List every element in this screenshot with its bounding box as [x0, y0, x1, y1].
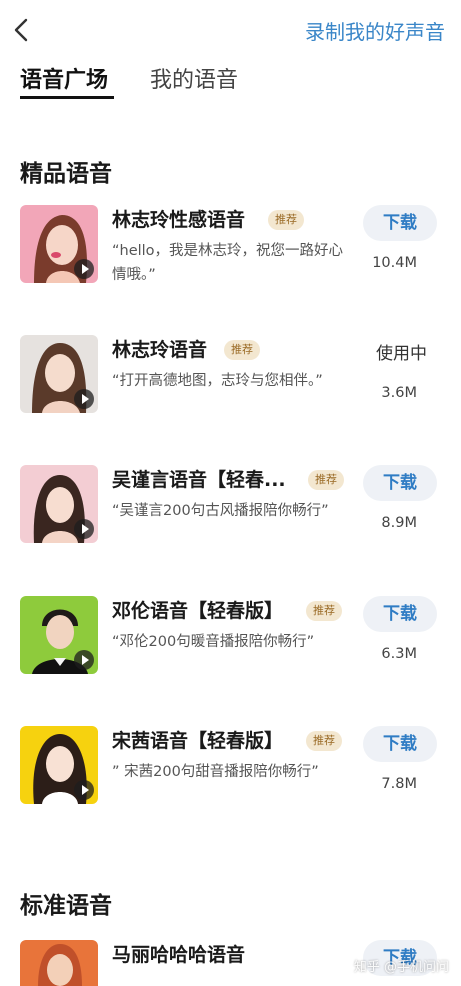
standard-section-title: 标准语音 — [20, 893, 112, 919]
voice-name: 吴谨言语音【轻春... — [112, 469, 286, 491]
tab-voice-square[interactable]: 语音广场 — [20, 62, 108, 94]
active-tab-indicator — [20, 96, 114, 99]
voice-title-row: 邓伦语音【轻春版】 推荐 — [112, 596, 348, 626]
voice-item[interactable]: 林志玲性感语音 推荐 “hello，我是林志玲，祝您一路好心情哦。” 下载 10… — [0, 205, 461, 315]
play-icon[interactable] — [74, 259, 94, 279]
back-button[interactable] — [8, 12, 36, 48]
portrait-image — [20, 940, 98, 986]
voice-title-row: 宋茜语音【轻春版】 推荐 — [112, 726, 348, 756]
in-use-status: 使用中 — [376, 344, 427, 364]
voice-item[interactable]: 吴谨言语音【轻春... 推荐 “吴谨言200句古风播报陪你畅行” 下载 8.9M — [0, 465, 461, 575]
voice-description: “hello，我是林志玲，祝您一路好心情哦。” — [112, 243, 344, 283]
avatar[interactable] — [20, 465, 98, 543]
file-size: 6.3M — [381, 646, 417, 662]
download-button[interactable]: 下载 — [363, 465, 437, 501]
download-button[interactable]: 下载 — [363, 596, 437, 632]
record-my-voice-link[interactable]: 录制我的好声音 — [305, 16, 445, 45]
voice-description: “吴谨言200句古风播报陪你畅行” — [112, 503, 329, 519]
avatar[interactable] — [20, 335, 98, 413]
avatar[interactable] — [20, 596, 98, 674]
recommend-badge: 推荐 — [308, 470, 344, 490]
avatar[interactable] — [20, 726, 98, 804]
voice-item[interactable]: 林志玲语音 推荐 “打开高德地图，志玲与您相伴。” 使用中 3.6M — [0, 335, 461, 445]
voice-title-row: 林志玲语音 推荐 — [112, 335, 348, 365]
watermark: 知乎 @手机问问 — [353, 960, 449, 975]
voice-title-row: 吴谨言语音【轻春... 推荐 — [112, 465, 348, 495]
tab-my-voices[interactable]: 我的语音 — [150, 62, 238, 94]
chevron-left-icon — [14, 18, 28, 42]
voice-description: ” 宋茜200句甜音播报陪你畅行” — [112, 764, 319, 780]
download-button[interactable]: 下载 — [363, 205, 437, 241]
voice-description: “邓伦200句暖音播报陪你畅行” — [112, 634, 315, 650]
avatar[interactable] — [20, 940, 98, 986]
voice-title-row: 马丽哈哈哈语音 — [112, 940, 348, 970]
file-size: 10.4M — [372, 255, 417, 271]
voice-name: 林志玲性感语音 — [112, 209, 246, 231]
file-size: 8.9M — [381, 515, 417, 531]
voice-title-row: 林志玲性感语音 推荐 — [112, 205, 348, 235]
voice-name: 宋茜语音【轻春版】 — [112, 730, 284, 752]
play-icon[interactable] — [74, 650, 94, 670]
voice-item[interactable]: 邓伦语音【轻春版】 推荐 “邓伦200句暖音播报陪你畅行” 下载 6.3M — [0, 596, 461, 706]
recommend-badge: 推荐 — [224, 340, 260, 360]
file-size: 3.6M — [381, 385, 417, 401]
recommend-badge: 推荐 — [306, 731, 342, 751]
top-bar: 录制我的好声音 — [0, 0, 461, 60]
recommend-badge: 推荐 — [306, 601, 342, 621]
voice-description: “打开高德地图，志玲与您相伴。” — [112, 373, 323, 389]
voice-name: 林志玲语音 — [112, 339, 208, 361]
voice-name: 邓伦语音【轻春版】 — [112, 600, 284, 622]
premium-section-title: 精品语音 — [20, 161, 112, 187]
voice-name: 马丽哈哈哈语音 — [112, 944, 246, 966]
download-button[interactable]: 下载 — [363, 726, 437, 762]
voice-item[interactable]: 宋茜语音【轻春版】 推荐 ” 宋茜200句甜音播报陪你畅行” 下载 7.8M — [0, 726, 461, 836]
file-size: 7.8M — [381, 776, 417, 792]
recommend-badge: 推荐 — [268, 210, 304, 230]
play-icon[interactable] — [74, 389, 94, 409]
avatar[interactable] — [20, 205, 98, 283]
play-icon[interactable] — [74, 519, 94, 539]
play-icon[interactable] — [74, 780, 94, 800]
